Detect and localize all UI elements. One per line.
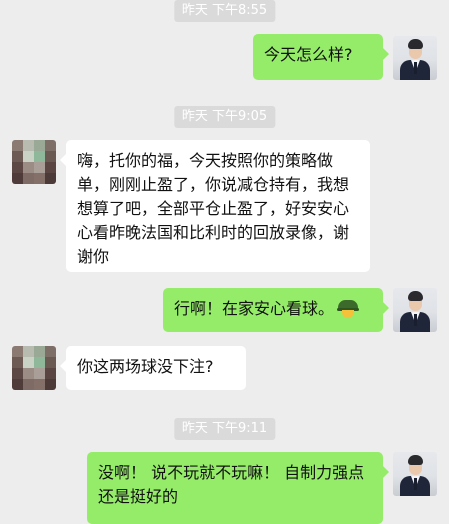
army-hat-emoji-icon xyxy=(337,300,360,318)
contact-avatar[interactable] xyxy=(12,346,56,390)
my-avatar[interactable] xyxy=(393,288,437,332)
timestamp: 昨天 下午9:05 xyxy=(173,106,276,128)
outgoing-message-bubble[interactable]: 今天怎么样? xyxy=(253,34,389,80)
my-avatar[interactable] xyxy=(393,36,437,80)
outgoing-message-bubble[interactable]: 行啊！在家安心看球。 xyxy=(163,288,389,332)
my-avatar[interactable] xyxy=(393,452,437,496)
timestamp: 昨天 下午8:55 xyxy=(173,0,276,22)
contact-avatar[interactable] xyxy=(12,140,56,184)
timestamp: 昨天 下午9:11 xyxy=(173,418,276,440)
incoming-message-bubble[interactable]: 你这两场球没下注? xyxy=(60,346,246,390)
outgoing-message-bubble[interactable]: 没啊！ 说不玩就不玩嘛！ 自制力强点还是挺好的 xyxy=(87,452,389,524)
message-text: 行啊！在家安心看球。 xyxy=(174,299,335,318)
chat-conversation: 昨天 下午8:55 今天怎么样? 昨天 下午9:05 嗨，托你的福，今天按照你的… xyxy=(0,0,449,524)
incoming-message-bubble[interactable]: 嗨，托你的福，今天按照你的策略做单，刚刚止盈了，你说减仓持有，我想想算了吧，全部… xyxy=(60,140,370,272)
